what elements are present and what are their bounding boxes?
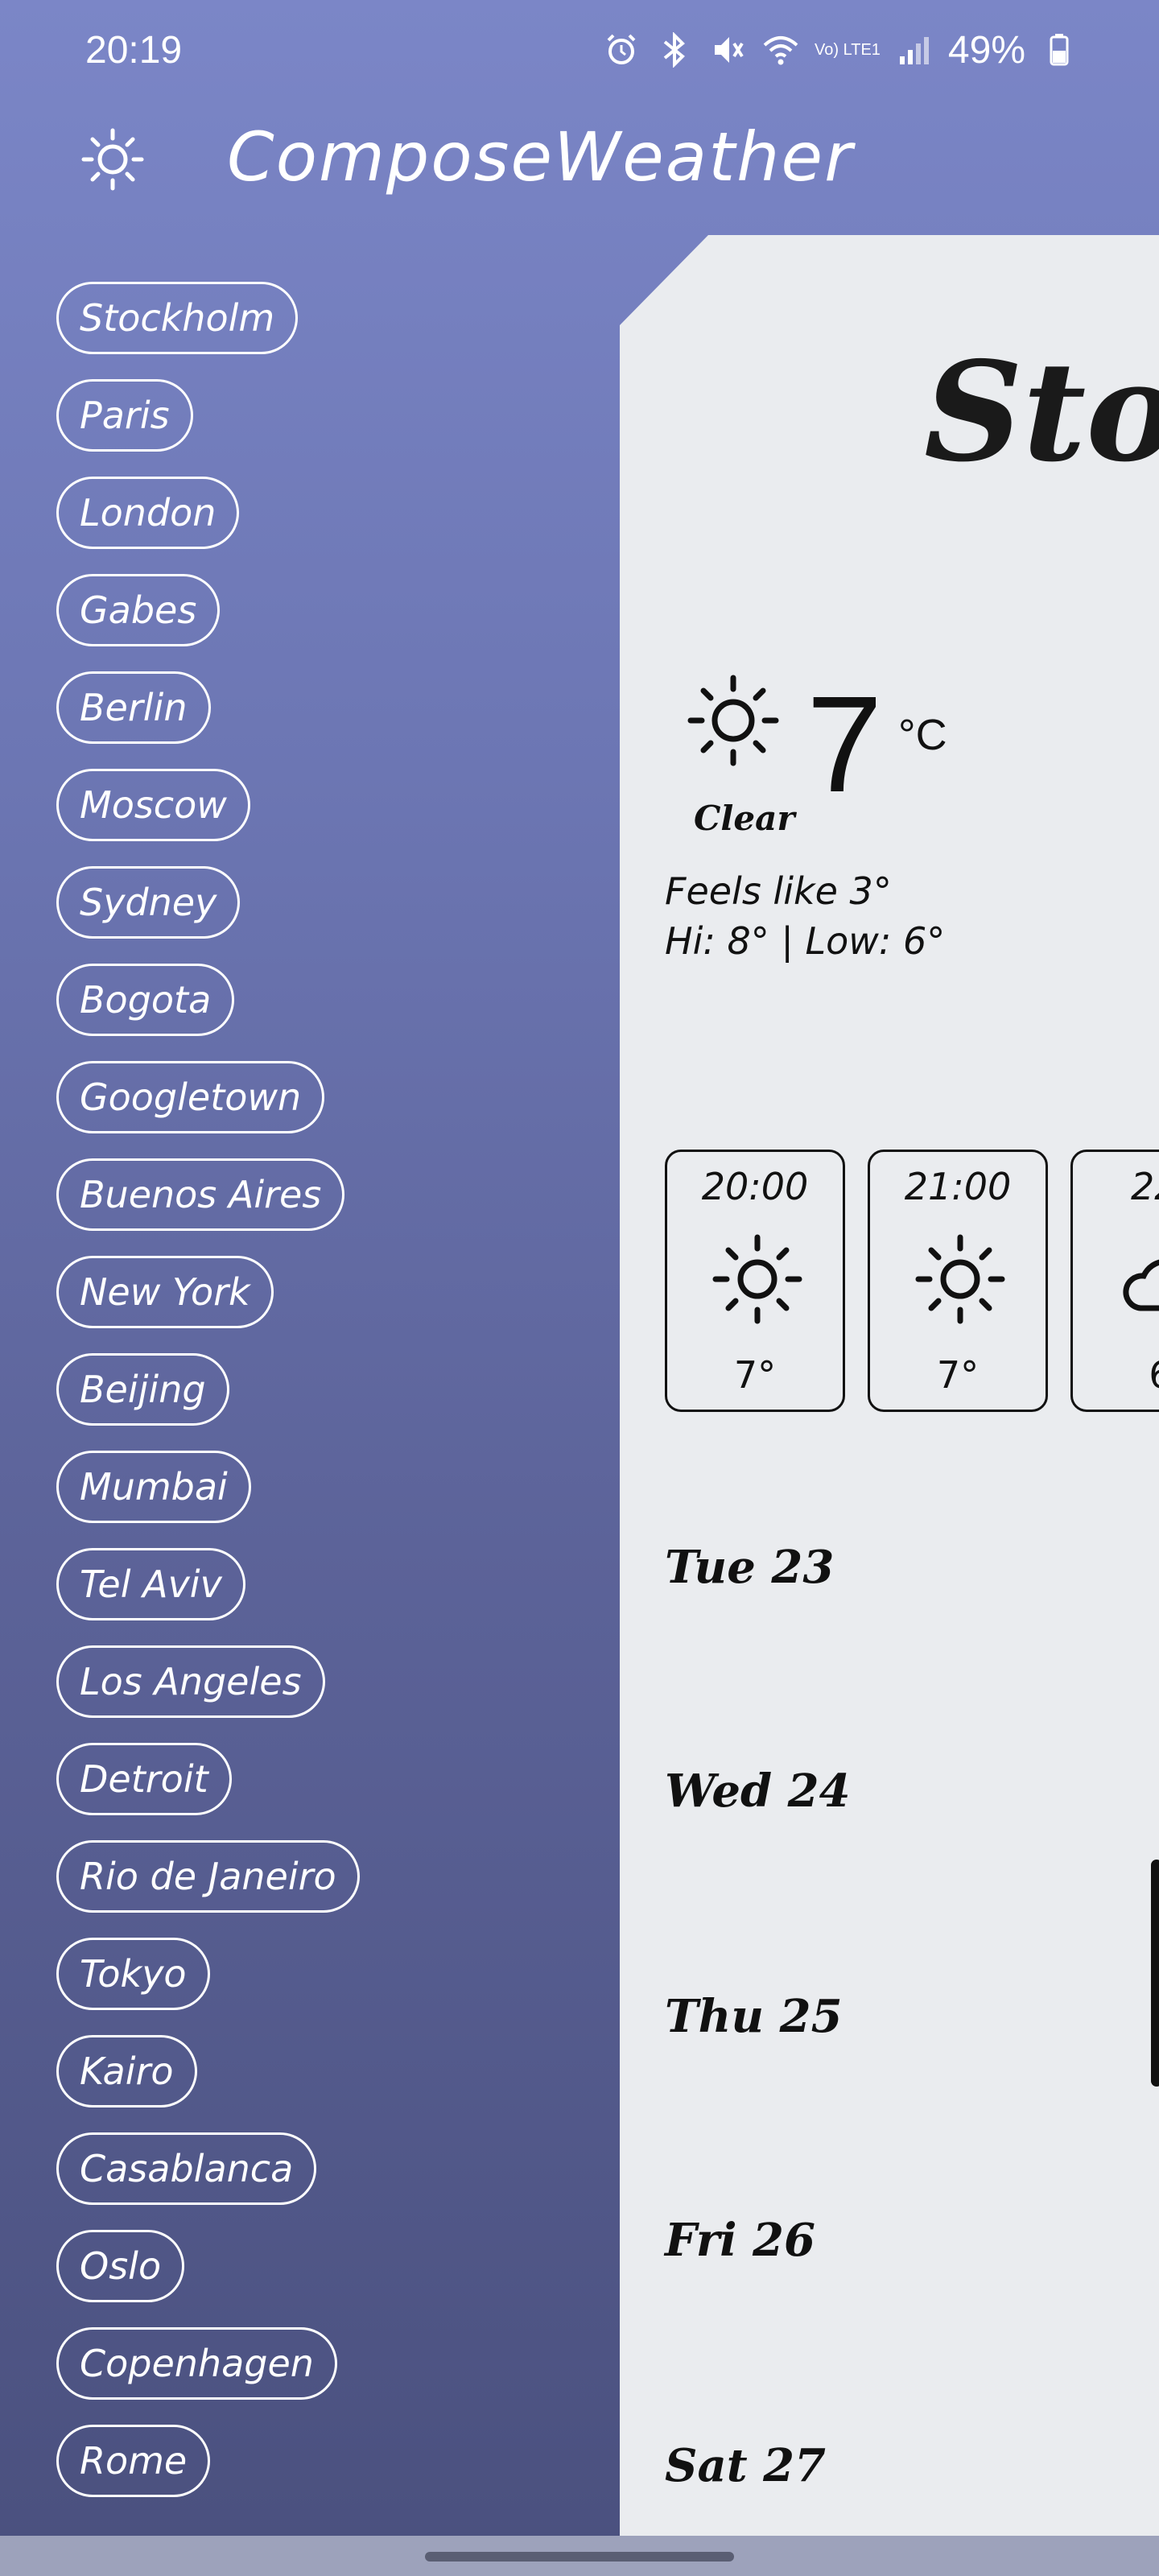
app-title: ComposeWeather — [227, 118, 854, 196]
city-chip[interactable]: Bogota — [56, 964, 235, 1036]
navigation-bar — [0, 2536, 1159, 2576]
cloud-icon — [1113, 1229, 1159, 1329]
day-row[interactable]: Wed 24 — [665, 1765, 851, 1818]
alarm-icon — [602, 31, 641, 69]
city-chip[interactable]: New York — [56, 1256, 274, 1328]
hourly-card[interactable]: 22: 6 — [1070, 1150, 1159, 1412]
status-icons: Vo) LTE1 49% — [602, 28, 1079, 72]
lte-label: Vo) LTE1 — [815, 41, 881, 59]
battery-icon — [1040, 31, 1079, 69]
day-row[interactable]: Fri 26 — [665, 2214, 815, 2267]
sun-icon — [910, 1229, 1010, 1329]
sun-icon[interactable] — [77, 124, 148, 195]
mute-icon — [708, 31, 747, 69]
city-chip[interactable]: Sydney — [56, 866, 241, 939]
city-chip[interactable]: Rio de Janeiro — [56, 1840, 360, 1913]
city-chip[interactable]: Los Angeles — [56, 1645, 325, 1718]
day-row[interactable]: Sat 27 — [665, 2439, 826, 2492]
city-chip[interactable]: Paris — [56, 379, 193, 452]
city-chip[interactable]: Berlin — [56, 671, 211, 744]
day-row[interactable]: Thu 25 — [665, 1990, 843, 2043]
hourly-time: 22: — [1130, 1165, 1159, 1208]
city-chip[interactable]: Moscow — [56, 769, 250, 841]
city-chip[interactable]: Kairo — [56, 2035, 197, 2107]
city-chip[interactable]: Oslo — [56, 2230, 185, 2302]
city-chip[interactable]: Tokyo — [56, 1938, 210, 2010]
scroll-handle[interactable] — [1151, 1860, 1159, 2087]
feels-like: Feels like 3° — [665, 869, 892, 913]
city-title: Stoc — [924, 332, 1159, 493]
city-chip[interactable]: Tel Aviv — [56, 1548, 245, 1620]
condition-label: Clear — [694, 799, 795, 838]
city-chip[interactable]: Stockholm — [56, 282, 299, 354]
city-chip[interactable]: Buenos Aires — [56, 1158, 345, 1231]
hourly-card[interactable]: 20:00 7° — [665, 1150, 845, 1412]
app-bar: ComposeWeather — [0, 100, 1159, 221]
status-time: 20:19 — [85, 28, 183, 72]
city-chip[interactable]: Googletown — [56, 1061, 325, 1133]
home-gesture-handle[interactable] — [425, 2552, 734, 2562]
hourly-time: 20:00 — [701, 1165, 809, 1208]
city-chip[interactable]: London — [56, 477, 240, 549]
battery-percent: 49% — [947, 28, 1025, 72]
weather-detail-panel: Stoc 7 °C Clear Feels like 3° Hi: 8° | L… — [620, 235, 1159, 2536]
sun-icon — [707, 1229, 807, 1329]
city-chip[interactable]: Detroit — [56, 1743, 232, 1815]
temperature-unit: °C — [898, 711, 947, 759]
hourly-temp: 7° — [733, 1353, 777, 1397]
status-bar: 20:19 Vo) LTE1 49% — [0, 0, 1159, 100]
city-chip[interactable]: Gabes — [56, 574, 221, 646]
current-temperature: 7 — [806, 668, 883, 821]
hi-low: Hi: 8° | Low: 6° — [665, 919, 946, 963]
city-chip[interactable]: Copenhagen — [56, 2327, 337, 2400]
bluetooth-icon — [655, 31, 694, 69]
signal-icon — [895, 31, 934, 69]
sun-icon — [683, 670, 784, 771]
city-chip[interactable]: Rome — [56, 2425, 211, 2497]
wifi-icon — [761, 31, 800, 69]
city-chip[interactable]: Beijing — [56, 1353, 229, 1426]
hourly-temp: 6 — [1073, 1353, 1159, 1397]
hourly-temp: 7° — [936, 1353, 980, 1397]
city-chip[interactable]: Casablanca — [56, 2132, 317, 2205]
hourly-card[interactable]: 21:00 7° — [868, 1150, 1048, 1412]
hourly-time: 21:00 — [904, 1165, 1012, 1208]
city-chip[interactable]: Mumbai — [56, 1451, 251, 1523]
day-row[interactable]: Tue 23 — [665, 1541, 834, 1594]
